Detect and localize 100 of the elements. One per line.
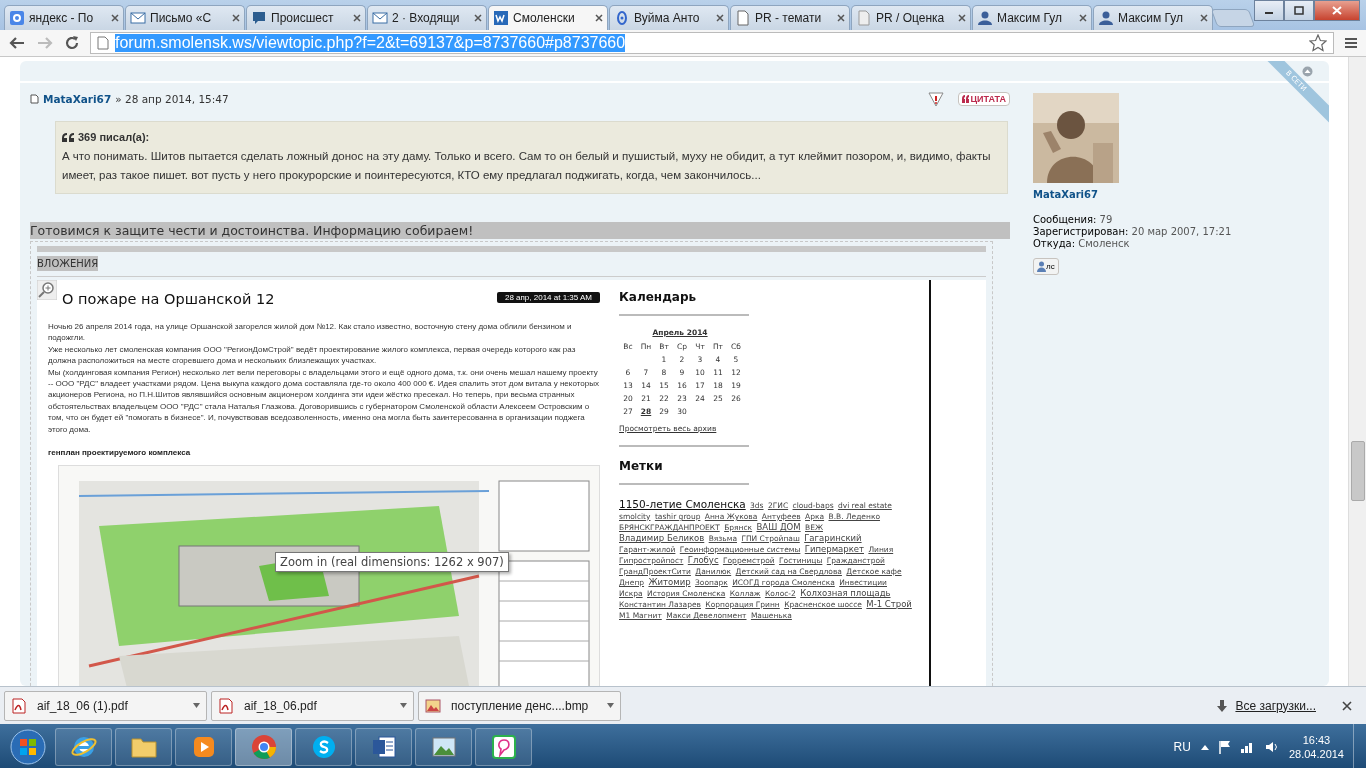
pdf-icon: [218, 697, 234, 714]
close-icon[interactable]: [958, 14, 966, 22]
pin-icon: [614, 10, 630, 26]
scrollbar[interactable]: [1348, 57, 1366, 686]
download-item[interactable]: поступление денс....bmp: [418, 690, 621, 721]
page-icon: [856, 10, 872, 26]
scrollbar-thumb[interactable]: [1351, 441, 1365, 501]
browser-tab[interactable]: 2 · Входящи: [367, 5, 487, 30]
taskbar-button[interactable]: [115, 727, 172, 766]
browser-tab[interactable]: Максим Гул: [972, 5, 1092, 30]
tag-link[interactable]: ВАШ ДОМ: [756, 522, 801, 533]
tag-link[interactable]: Гипермаркет: [804, 544, 864, 555]
maximize-icon: [1294, 6, 1304, 15]
taskbar-button[interactable]: [55, 727, 112, 766]
caret-icon[interactable]: [1200, 743, 1209, 750]
clock[interactable]: 16:43 28.04.2014: [1288, 732, 1344, 761]
sidebar-heading: Метки: [619, 459, 664, 473]
all-downloads-link[interactable]: Все загрузки...: [1235, 698, 1316, 713]
profile-value: 79: [1099, 214, 1113, 225]
zoom-icon[interactable]: [37, 280, 57, 300]
image-icon: [425, 697, 441, 714]
close-icon[interactable]: [111, 14, 119, 22]
close-icon[interactable]: [837, 14, 845, 22]
network-icon[interactable]: [1240, 740, 1255, 753]
maximize-button[interactable]: [1284, 0, 1314, 21]
attached-screenshot[interactable]: [37, 280, 986, 686]
person-icon: [1037, 261, 1046, 272]
taskbar-button[interactable]: [475, 727, 532, 766]
tooltip: Zoom in (real dimensions: 1262 x 907): [275, 552, 509, 572]
language-indicator[interactable]: RU: [1173, 739, 1191, 754]
browser-tab[interactable]: Вуйма Анто: [609, 5, 729, 30]
warning-icon[interactable]: [927, 91, 944, 107]
tag-link[interactable]: Колхозная площадь: [800, 588, 891, 599]
site-icon: [9, 10, 25, 26]
close-icon[interactable]: [716, 14, 724, 22]
download-item[interactable]: aif_18_06.pdf: [211, 690, 414, 721]
back-icon[interactable]: [8, 35, 26, 51]
profile-label: Сообщения:: [1033, 214, 1097, 225]
attachments-heading: ВЛОЖЕНИЯ: [37, 256, 99, 271]
article-paragraph: Уже несколько лет смоленская компания ООО "РегионДомСтрой" ведёт проектирование жилого комплекса, первая очередь которого как раз должна расположиться на месте сгоревшего дома и нескольких близлежащих участках.: [48, 343, 577, 367]
sidebar-heading: Календарь: [619, 290, 698, 304]
article-subheading: генплан проектируемого комплекса: [48, 448, 192, 458]
dropdown-icon[interactable]: [607, 703, 614, 708]
private-message-button[interactable]: лс: [1033, 258, 1059, 275]
close-icon[interactable]: [353, 14, 361, 22]
windows-logo-icon: [10, 728, 46, 765]
article-title: О пожаре на Оршанской 12: [62, 291, 275, 307]
close-icon[interactable]: [1200, 14, 1208, 22]
close-icon: [1332, 6, 1342, 15]
post-text: Готовимся к защите чести и достоинства. Информацию собираем!: [30, 222, 1010, 239]
flag-icon[interactable]: [1218, 739, 1231, 754]
taskbar-button[interactable]: [355, 727, 412, 766]
taskbar-button[interactable]: [175, 727, 232, 766]
browser-tab[interactable]: Смоленски: [488, 5, 608, 30]
download-item[interactable]: aif_18_06 (1).pdf: [4, 690, 207, 721]
browser-tab[interactable]: PR / Оценка: [851, 5, 971, 30]
person-icon: [1098, 10, 1114, 26]
taskbar-button[interactable]: [235, 727, 292, 766]
close-icon[interactable]: [595, 14, 603, 22]
username[interactable]: MataXari67: [1033, 189, 1323, 200]
person-icon: [977, 10, 993, 26]
dropdown-icon[interactable]: [193, 703, 200, 708]
close-button[interactable]: [1314, 0, 1360, 21]
quote-button[interactable]: ЦИТАТА: [957, 92, 1010, 106]
browser-tab[interactable]: Максим Гул: [1093, 5, 1213, 30]
tag-link[interactable]: Житомир: [648, 577, 691, 588]
browser-tab[interactable]: PR - темати: [730, 5, 850, 30]
close-icon[interactable]: [1342, 700, 1352, 711]
reload-icon[interactable]: [64, 35, 80, 51]
post-icon[interactable]: [30, 94, 39, 104]
volume-icon[interactable]: [1264, 740, 1279, 753]
article-date: 28 апр, 2014 at 1:35 AM: [496, 292, 600, 303]
dropdown-icon[interactable]: [400, 703, 407, 708]
browser-tab[interactable]: Происшест: [246, 5, 366, 30]
tag-link[interactable]: Владимир Беликов: [619, 533, 705, 544]
minimize-button[interactable]: [1254, 0, 1284, 21]
browser-tab[interactable]: Письмо «С: [125, 5, 245, 30]
post-author[interactable]: MataXari67: [43, 93, 112, 105]
speech-bubble-icon: [489, 732, 518, 761]
article-paragraph: Ночью 26 апреля 2014 года, на улице Оршанской загорелся жилой дом №12. Как стало известно, восточную стену дома облили бензином и подожгли.: [48, 321, 573, 344]
profile-value: 20 мар 2007, 17:21: [1131, 226, 1232, 237]
tag-link[interactable]: Глобус: [687, 555, 719, 566]
profile-label: Зарегистрирован:: [1033, 226, 1129, 237]
quote-author: 369 писал(а):: [78, 130, 150, 145]
browser-tab[interactable]: яндекс - По: [4, 5, 124, 30]
tag-link[interactable]: М-1 Строй: [866, 599, 912, 610]
close-icon[interactable]: [1079, 14, 1087, 22]
close-icon[interactable]: [474, 14, 482, 22]
tag-link[interactable]: 1150-летие Смоленска: [619, 497, 746, 511]
star-icon[interactable]: [1309, 34, 1327, 52]
menu-icon[interactable]: [1344, 36, 1358, 50]
mail-icon: [130, 10, 146, 26]
close-icon[interactable]: [232, 14, 240, 22]
quote-icon: [62, 133, 74, 142]
chat-icon: [251, 10, 267, 26]
tag-link[interactable]: Гагаринский: [804, 533, 862, 544]
taskbar-button[interactable]: [415, 727, 472, 766]
profile-label: Откуда:: [1033, 238, 1076, 249]
quote-icon: [961, 95, 970, 103]
taskbar-button[interactable]: [295, 727, 352, 766]
